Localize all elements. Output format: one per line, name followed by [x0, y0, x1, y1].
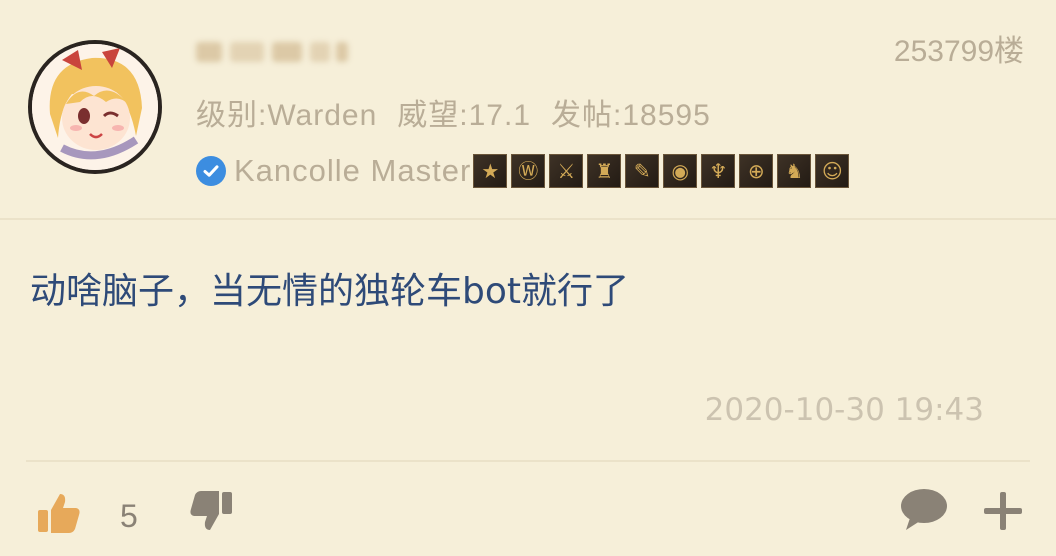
- floor-number: 253799楼: [893, 35, 1024, 68]
- level-value: Warden: [267, 99, 378, 132]
- comment-bubble-icon: [901, 489, 947, 530]
- beast-badge-icon[interactable]: ♞: [777, 154, 812, 188]
- header-divider: [0, 218, 1056, 220]
- w-badge-icon[interactable]: Ⓦ: [511, 154, 546, 188]
- face-badge-icon[interactable]: ☺: [815, 154, 850, 188]
- ring-badge-icon[interactable]: ◉: [663, 154, 698, 188]
- post-content: 动啥脑子，当无情的独轮车bot就行了: [30, 271, 629, 312]
- quill-badge-icon[interactable]: ✎: [625, 154, 660, 188]
- prestige-value: 17.1: [468, 99, 532, 132]
- user-title-row: Kancolle Master ★ Ⓦ ⚔ ♜ ✎ ◉ ♆ ⊕ ♞ ☺: [196, 150, 850, 192]
- level-label: 级别:: [196, 99, 268, 132]
- like-count: 5: [120, 498, 138, 534]
- star-badge-icon[interactable]: ★: [473, 154, 508, 188]
- avatar-illustration-icon: [32, 44, 158, 170]
- gear-badge-icon[interactable]: ⊕: [739, 154, 774, 188]
- like-button[interactable]: [36, 490, 82, 536]
- user-title: Kancolle Master: [234, 153, 472, 188]
- username-blurred[interactable]: [196, 32, 348, 72]
- dislike-button[interactable]: [188, 488, 234, 534]
- user-avatar[interactable]: [28, 40, 162, 174]
- post-timestamp: 2020-10-30 19:43: [704, 392, 984, 428]
- user-stats: 级别:Warden 威望:17.1 发帖:18595: [196, 90, 711, 134]
- posts-value: 18595: [622, 99, 711, 132]
- footer-divider: [26, 460, 1030, 462]
- sword-badge-icon[interactable]: ⚔: [549, 154, 584, 188]
- prestige-label: 威望:: [397, 99, 469, 132]
- post-card: 253799楼 级别:Warden 威望:17.1 发帖:18595 Kancoll…: [0, 0, 1056, 556]
- verified-check-icon: [196, 156, 226, 186]
- thumbs-up-icon: [38, 494, 80, 533]
- more-actions-button[interactable]: [980, 488, 1026, 534]
- plus-icon: [984, 492, 1022, 530]
- figure-badge-icon[interactable]: ♜: [587, 154, 622, 188]
- hand-badge-icon[interactable]: ♆: [701, 154, 736, 188]
- medal-badges: ★ Ⓦ ⚔ ♜ ✎ ◉ ♆ ⊕ ♞ ☺: [473, 154, 850, 188]
- comment-button[interactable]: [898, 486, 950, 532]
- posts-label: 发帖:: [551, 99, 623, 132]
- thumbs-down-icon: [190, 491, 232, 530]
